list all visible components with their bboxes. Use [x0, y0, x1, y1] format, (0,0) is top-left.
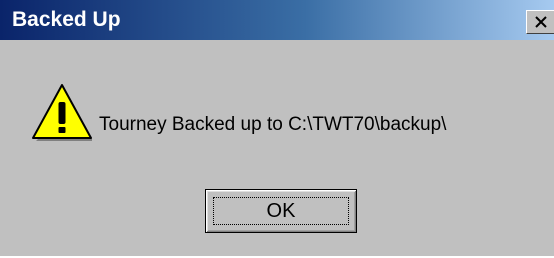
- close-button[interactable]: [526, 10, 554, 34]
- close-icon: [535, 16, 547, 28]
- window-title: Backed Up: [12, 8, 121, 31]
- ok-button[interactable]: OK: [205, 189, 357, 233]
- title-bar[interactable]: Backed Up: [0, 0, 554, 40]
- message-text: Tourney Backed up to C:\TWT70\backup\: [99, 114, 447, 135]
- ok-button-label: OK: [266, 200, 296, 222]
- warning-icon: [32, 84, 92, 141]
- backed-up-dialog: Backed Up Tourney Backed up to C:\TWT70\…: [0, 0, 554, 258]
